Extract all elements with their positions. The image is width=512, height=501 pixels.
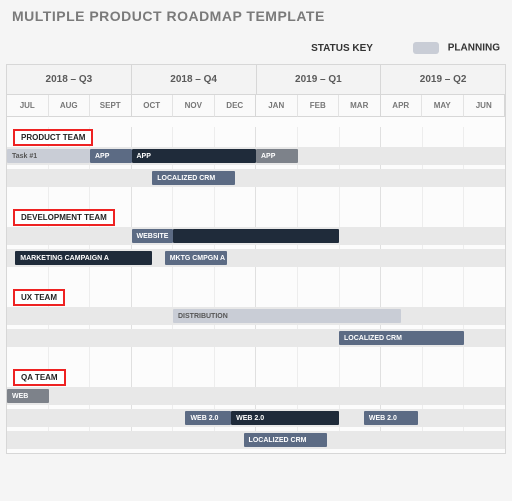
task-bar[interactable]: Task #1 xyxy=(7,149,90,163)
task-bar[interactable]: WEB 2.0 xyxy=(364,411,418,425)
month-cell: AUG xyxy=(49,95,91,117)
task-bar[interactable]: LOCALIZED CRM xyxy=(152,171,235,185)
quarter-cell: 2019 – Q2 xyxy=(381,65,505,95)
lane-row: LOCALIZED CRM xyxy=(7,329,505,347)
roadmap-grid: 2018 – Q3 2018 – Q4 2019 – Q1 2019 – Q2 … xyxy=(6,64,506,454)
task-bar[interactable]: APP xyxy=(90,149,132,163)
quarter-header-row: 2018 – Q3 2018 – Q4 2019 – Q1 2019 – Q2 xyxy=(7,65,505,95)
status-key-planning: PLANNING xyxy=(413,42,500,54)
quarter-cell: 2018 – Q4 xyxy=(132,65,257,95)
lane-row: DISTRIBUTION xyxy=(7,307,505,325)
month-cell: MAR xyxy=(339,95,381,117)
team-header-product: PRODUCT TEAM xyxy=(7,127,505,147)
team-label: DEVELOPMENT TEAM xyxy=(13,209,115,226)
lane-row: Task #1APPAPPAPP xyxy=(7,147,505,165)
month-cell: SEPT xyxy=(90,95,132,117)
team-header-qa: QA TEAM xyxy=(7,367,505,387)
task-bar[interactable]: WEB 2.0 xyxy=(231,411,339,425)
quarter-cell: 2018 – Q3 xyxy=(7,65,132,95)
month-cell: MAY xyxy=(422,95,464,117)
task-bar[interactable]: MARKETING CAMPAIGN A xyxy=(15,251,152,265)
team-label: PRODUCT TEAM xyxy=(13,129,93,146)
status-key-row: STATUS KEY PLANNING xyxy=(6,42,506,54)
lane-row: MARKETING CAMPAIGN A MKTG CMPGN A xyxy=(7,249,505,267)
team-header-development: DEVELOPMENT TEAM xyxy=(7,207,505,227)
task-bar[interactable]: WEB 2.0 xyxy=(185,411,231,425)
month-cell: OCT xyxy=(132,95,174,117)
lane-row: LOCALIZED CRM xyxy=(7,169,505,187)
team-header-ux: UX TEAM xyxy=(7,287,505,307)
month-cell: JAN xyxy=(256,95,298,117)
planning-label: PLANNING xyxy=(448,43,500,54)
month-cell: FEB xyxy=(298,95,340,117)
task-bar[interactable]: MKTG CMPGN A xyxy=(165,251,227,265)
page-title: MULTIPLE PRODUCT ROADMAP TEMPLATE xyxy=(12,8,506,24)
team-label: UX TEAM xyxy=(13,289,65,306)
task-bar[interactable]: APP xyxy=(256,149,298,163)
month-cell: NOV xyxy=(173,95,215,117)
lane-row: WEBSITE xyxy=(7,227,505,245)
month-header-row: JUL AUG SEPT OCT NOV DEC JAN FEB MAR APR… xyxy=(7,95,505,117)
task-bar[interactable]: WEBSITE xyxy=(132,229,174,243)
quarter-cell: 2019 – Q1 xyxy=(257,65,382,95)
task-bar[interactable]: APP xyxy=(132,149,257,163)
task-bar[interactable]: DISTRIBUTION xyxy=(173,309,401,323)
status-key-label: STATUS KEY xyxy=(311,43,373,54)
month-cell: DEC xyxy=(215,95,257,117)
team-label: QA TEAM xyxy=(13,369,66,386)
month-cell: JUN xyxy=(464,95,506,117)
lane-row: WEB 2.0WEB 2.0WEB 2.0 xyxy=(7,409,505,427)
task-bar[interactable] xyxy=(173,229,339,243)
month-cell: APR xyxy=(381,95,423,117)
month-cell: JUL xyxy=(7,95,49,117)
task-bar[interactable]: LOCALIZED CRM xyxy=(339,331,464,345)
task-bar[interactable]: LOCALIZED CRM xyxy=(244,433,327,447)
planning-swatch xyxy=(413,42,439,54)
roadmap-body: PRODUCT TEAM Task #1APPAPPAPP LOCALIZED … xyxy=(7,127,505,449)
lane-row: LOCALIZED CRM xyxy=(7,431,505,449)
task-bar[interactable]: WEB xyxy=(7,389,49,403)
lane-row: WEB xyxy=(7,387,505,405)
